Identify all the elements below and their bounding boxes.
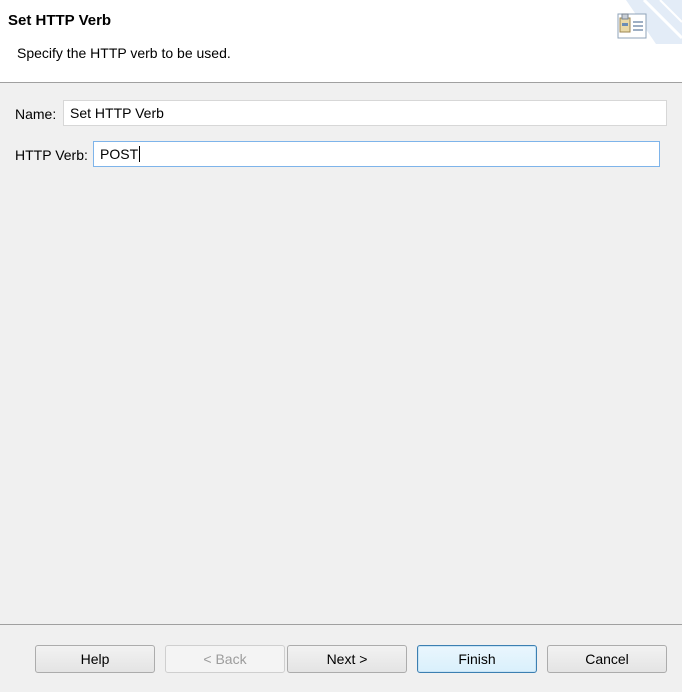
cancel-button[interactable]: Cancel <box>547 645 667 673</box>
name-input[interactable]: Set HTTP Verb <box>63 100 667 126</box>
page-description: Specify the HTTP verb to be used. <box>17 45 231 61</box>
finish-button[interactable]: Finish <box>417 645 537 673</box>
http-verb-input-value: POST <box>100 146 139 162</box>
name-input-value: Set HTTP Verb <box>70 105 164 121</box>
name-label: Name: <box>15 106 57 122</box>
http-verb-input[interactable]: POST <box>93 141 660 167</box>
back-button[interactable]: < Back <box>165 645 285 673</box>
page-title: Set HTTP Verb <box>8 12 112 29</box>
next-button[interactable]: Next > <box>287 645 407 673</box>
help-button[interactable]: Help <box>35 645 155 673</box>
footer-separator <box>0 624 682 625</box>
wizard-icon <box>617 13 647 39</box>
text-caret <box>139 146 141 163</box>
http-verb-label: HTTP Verb: <box>15 147 88 163</box>
wizard-banner: Set HTTP Verb Specify the HTTP verb to b… <box>0 0 682 83</box>
